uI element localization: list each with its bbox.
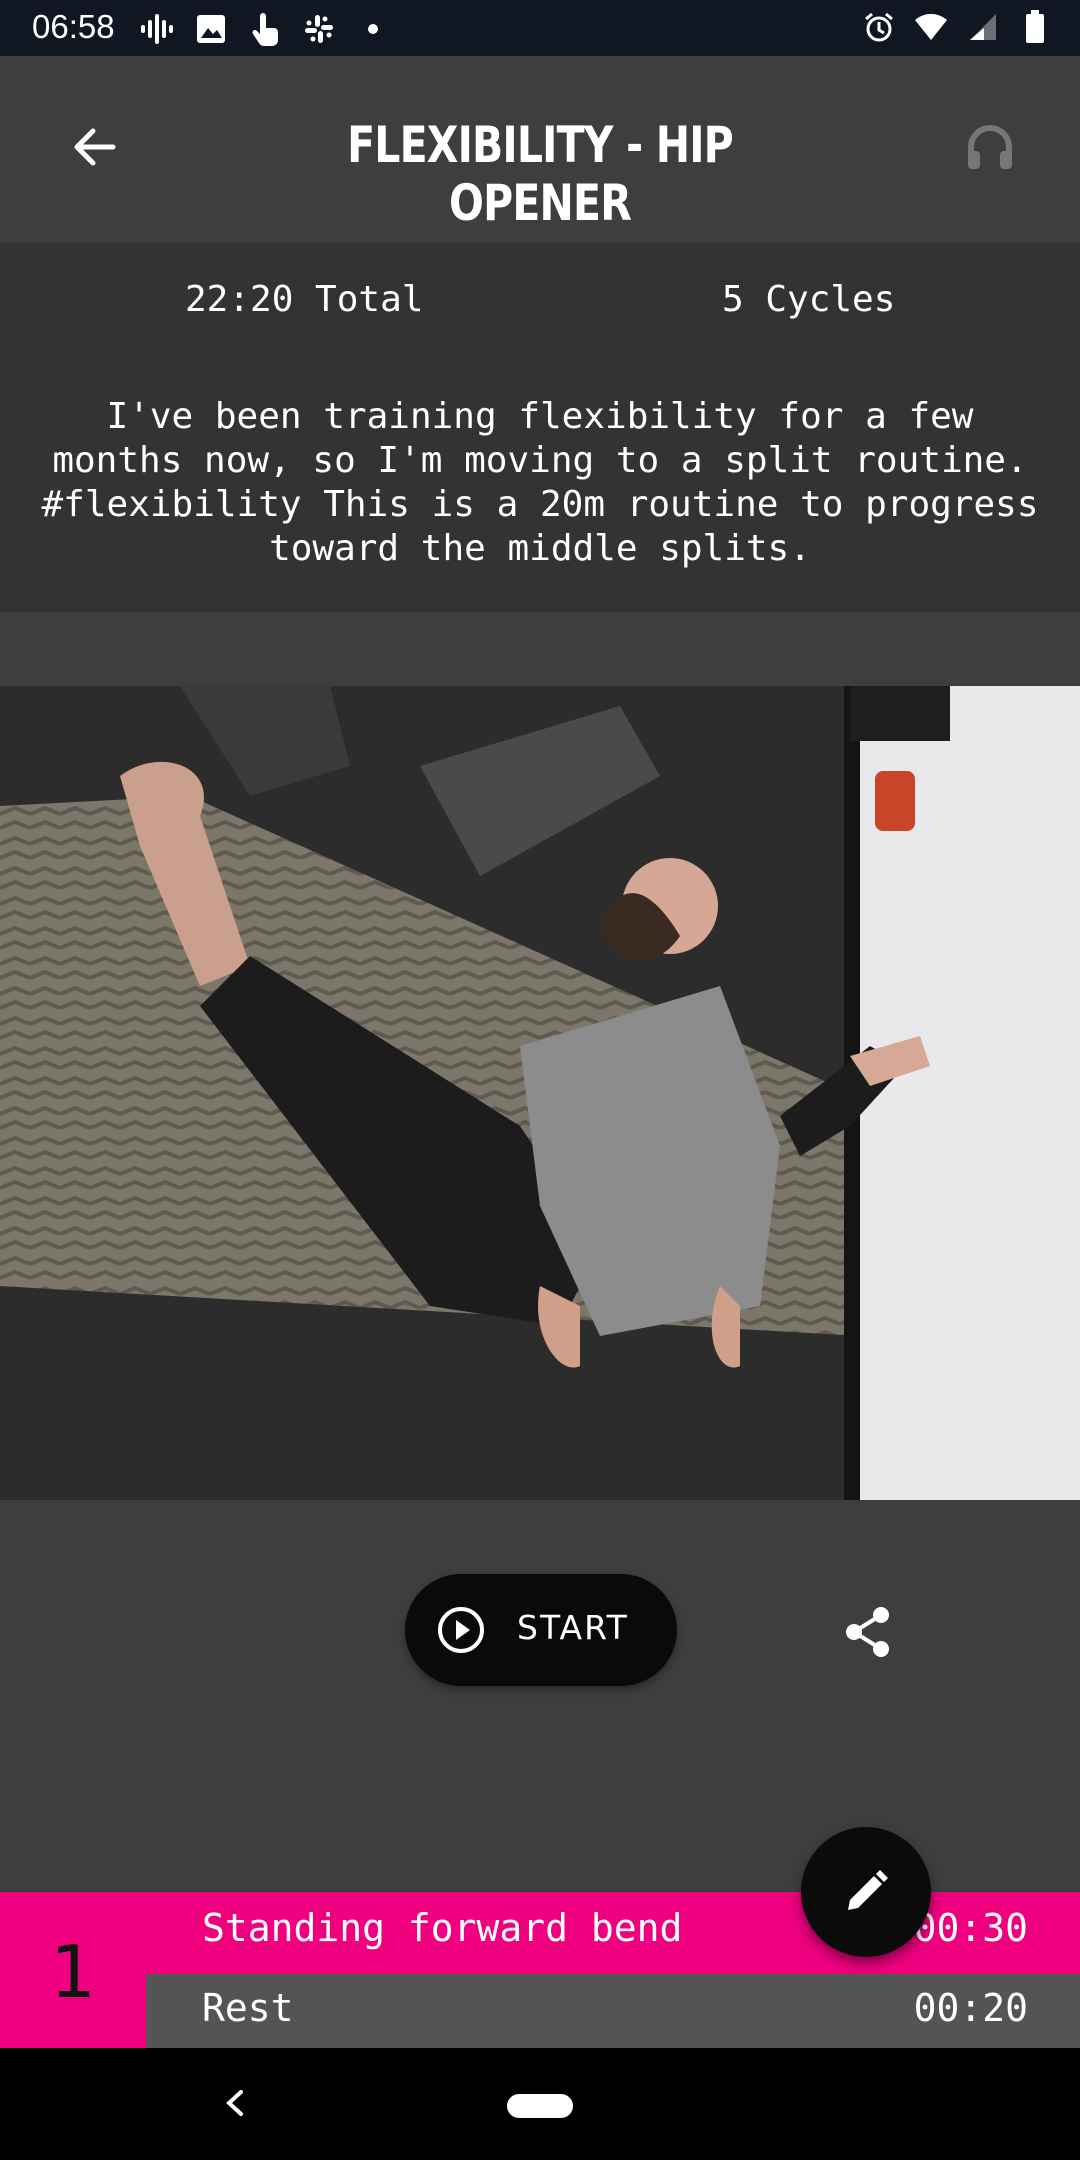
top-app-bar: FLEXIBILITY - HIP OPENER xyxy=(0,56,1080,243)
pencil-icon xyxy=(848,1870,888,1910)
alarm-icon xyxy=(862,10,896,44)
arrow-left-icon xyxy=(74,128,116,166)
dot-icon xyxy=(356,12,390,46)
battery-icon xyxy=(1018,10,1052,44)
podcast-icon xyxy=(140,12,174,46)
page-title: FLEXIBILITY - HIP OPENER xyxy=(347,116,734,232)
rest-duration: 00:20 xyxy=(913,1986,1028,2030)
edit-fab-button[interactable] xyxy=(801,1827,931,1957)
touch-icon xyxy=(248,12,282,46)
headphones-icon xyxy=(968,125,1012,169)
step-number-block: 1 xyxy=(0,1892,146,2048)
start-label: START xyxy=(517,1608,629,1647)
step-number: 1 xyxy=(50,1930,96,2014)
status-bar: 06:58 xyxy=(0,0,1080,56)
notification-icons xyxy=(140,12,390,46)
signal-icon xyxy=(966,10,1000,44)
share-button[interactable] xyxy=(836,1600,900,1664)
exercise-duration: 00:30 xyxy=(913,1906,1028,1950)
share-icon xyxy=(846,1607,889,1657)
status-time: 06:58 xyxy=(32,8,115,45)
nav-back-button[interactable] xyxy=(210,2078,260,2128)
total-duration: 22:20 Total xyxy=(185,279,424,320)
system-icons xyxy=(862,10,1052,44)
chevron-left-icon xyxy=(226,2090,243,2116)
slack-icon xyxy=(302,12,336,46)
routine-photo xyxy=(0,686,1080,1500)
exercise-main-row[interactable]: Standing forward bend 00:30 xyxy=(146,1892,1080,1974)
rest-row[interactable]: Rest 00:20 xyxy=(146,1974,1080,2048)
cycle-count: 5 Cycles xyxy=(722,279,896,320)
routine-description: I've been training flexibility for a few… xyxy=(41,396,1039,569)
start-button[interactable]: START xyxy=(405,1574,677,1686)
system-navigation-bar xyxy=(0,2048,1080,2160)
nav-home-pill[interactable] xyxy=(507,2094,573,2118)
play-circle-icon xyxy=(438,1607,484,1653)
rest-label: Rest xyxy=(202,1986,294,2030)
image-icon xyxy=(194,12,228,46)
audio-button[interactable] xyxy=(955,112,1025,182)
routine-summary: 22:20 Total 5 Cycles I've been training … xyxy=(0,243,1080,612)
exercise-name: Standing forward bend xyxy=(202,1906,683,1950)
wifi-icon xyxy=(914,10,948,44)
back-button[interactable] xyxy=(60,112,130,182)
